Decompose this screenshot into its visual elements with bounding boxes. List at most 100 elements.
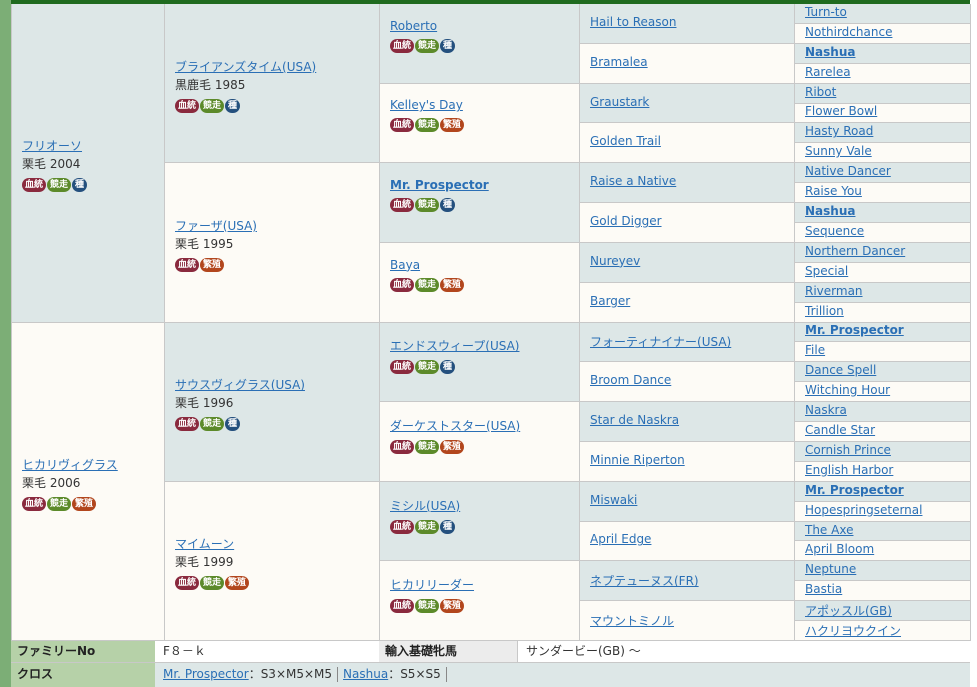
horse-name-link[interactable]: Baya — [390, 258, 420, 272]
ancestor-name-link[interactable]: Candle Star — [805, 423, 875, 437]
horse-name-link[interactable]: フリオーソ — [22, 139, 82, 153]
race-badge[interactable]: 競走 — [415, 38, 440, 53]
ancestor-name-link[interactable]: Neptune — [805, 562, 856, 576]
ancestor-name-link[interactable]: Sunny Vale — [805, 144, 872, 158]
blood-badge[interactable]: 血統 — [390, 277, 415, 292]
stud-badge[interactable]: 種 — [72, 178, 88, 193]
ancestor-name-link[interactable]: Hasty Road — [805, 124, 873, 138]
ancestor-name-link[interactable]: Gold Digger — [590, 214, 662, 228]
ancestor-name-link[interactable]: Broom Dance — [590, 373, 671, 387]
ancestor-name-link[interactable]: Turn-to — [805, 5, 847, 19]
ancestor-name-link[interactable]: Golden Trail — [590, 134, 661, 148]
ancestor-name-link[interactable]: Star de Naskra — [590, 413, 679, 427]
ancestor-name-link[interactable]: English Harbor — [805, 463, 893, 477]
ancestor-name-link[interactable]: Cornish Prince — [805, 443, 891, 457]
ancestor-name-link[interactable]: Mr. Prospector — [805, 323, 904, 337]
horse-name-link[interactable]: ミシル(USA) — [390, 499, 460, 513]
race-badge[interactable]: 競走 — [200, 417, 225, 432]
horse-name-link[interactable]: サウスヴィグラス(USA) — [175, 378, 305, 392]
ancestor-name-link[interactable]: Nothirdchance — [805, 25, 892, 39]
ancestor-name-link[interactable]: Ribot — [805, 85, 836, 99]
ancestor-name-link[interactable]: Mr. Prospector — [805, 483, 904, 497]
stud-badge[interactable]: 種 — [440, 519, 456, 534]
ancestor-name-link[interactable]: Sequence — [805, 224, 864, 238]
horse-name-link[interactable]: Roberto — [390, 19, 437, 33]
horse-name-link[interactable]: エンドスウィープ(USA) — [390, 339, 519, 353]
ancestor-name-link[interactable]: フォーティナイナー(USA) — [590, 333, 731, 350]
horse-name-link[interactable]: ヒカリヴィグラス — [22, 458, 118, 472]
horse-name-link[interactable]: Kelley's Day — [390, 98, 463, 112]
breed-badge[interactable]: 繁殖 — [440, 118, 465, 133]
ancestor-name-link[interactable]: Raise a Native — [590, 174, 676, 188]
ancestor-name-link[interactable]: ネプテューヌス(FR) — [590, 572, 699, 589]
blood-badge[interactable]: 血統 — [390, 118, 415, 133]
blood-badge[interactable]: 血統 — [22, 496, 47, 511]
race-badge[interactable]: 競走 — [47, 496, 72, 511]
stud-badge[interactable]: 種 — [225, 417, 241, 432]
race-badge[interactable]: 競走 — [200, 98, 225, 113]
race-badge[interactable]: 競走 — [47, 178, 72, 193]
horse-name-link[interactable]: Mr. Prospector — [390, 178, 489, 192]
blood-badge[interactable]: 血統 — [390, 360, 415, 375]
ancestor-name-link[interactable]: Naskra — [805, 403, 847, 417]
ancestor-name-link[interactable]: Special — [805, 264, 848, 278]
ancestor-name-link[interactable]: April Bloom — [805, 542, 874, 556]
ancestor-name-link[interactable]: マウントミノル — [590, 612, 674, 629]
race-badge[interactable]: 競走 — [415, 439, 440, 454]
breed-badge[interactable]: 繁殖 — [225, 576, 250, 591]
ancestor-name-link[interactable]: Bramalea — [590, 55, 648, 69]
ancestor-name-link[interactable]: Nashua — [805, 204, 855, 218]
blood-badge[interactable]: 血統 — [175, 98, 200, 113]
ancestor-name-link[interactable]: Minnie Riperton — [590, 453, 685, 467]
ancestor-name-link[interactable]: Riverman — [805, 284, 863, 298]
cross-link-1[interactable]: Nashua — [343, 667, 388, 681]
blood-badge[interactable]: 血統 — [175, 576, 200, 591]
ancestor-name-link[interactable]: Bastia — [805, 582, 842, 596]
ancestor-name-link[interactable]: Witching Hour — [805, 383, 890, 397]
ancestor-name-link[interactable]: Dance Spell — [805, 363, 876, 377]
ancestor-name-link[interactable]: Nureyev — [590, 254, 640, 268]
ancestor-name-link[interactable]: Miswaki — [590, 493, 637, 507]
blood-badge[interactable]: 血統 — [390, 439, 415, 454]
breed-badge[interactable]: 繁殖 — [200, 257, 225, 272]
blood-badge[interactable]: 血統 — [175, 417, 200, 432]
ancestor-name-link[interactable]: ハクリヨウクイン — [805, 622, 901, 639]
ancestor-name-link[interactable]: Trillion — [805, 304, 844, 318]
blood-badge[interactable]: 血統 — [22, 178, 47, 193]
race-badge[interactable]: 競走 — [415, 519, 440, 534]
race-badge[interactable]: 競走 — [415, 118, 440, 133]
stud-badge[interactable]: 種 — [440, 360, 456, 375]
ancestor-name-link[interactable]: Barger — [590, 294, 630, 308]
blood-badge[interactable]: 血統 — [390, 198, 415, 213]
race-badge[interactable]: 競走 — [415, 198, 440, 213]
ancestor-name-link[interactable]: Native Dancer — [805, 164, 891, 178]
horse-name-link[interactable]: ダーケストスター(USA) — [390, 419, 520, 433]
ancestor-name-link[interactable]: April Edge — [590, 532, 651, 546]
horse-name-link[interactable]: マイムーン — [175, 537, 234, 551]
horse-name-link[interactable]: ブライアンズタイム(USA) — [175, 60, 316, 74]
ancestor-name-link[interactable]: アポッスル(GB) — [805, 602, 892, 619]
breed-badge[interactable]: 繁殖 — [72, 496, 97, 511]
horse-name-link[interactable]: ファーザ(USA) — [175, 219, 257, 233]
race-badge[interactable]: 競走 — [415, 599, 440, 614]
cross-link-0[interactable]: Mr. Prospector — [163, 667, 249, 681]
ancestor-name-link[interactable]: Northern Dancer — [805, 244, 905, 258]
stud-badge[interactable]: 種 — [440, 38, 456, 53]
blood-badge[interactable]: 血統 — [390, 599, 415, 614]
breed-badge[interactable]: 繁殖 — [440, 277, 465, 292]
ancestor-name-link[interactable]: Flower Bowl — [805, 104, 877, 118]
breed-badge[interactable]: 繁殖 — [440, 599, 465, 614]
horse-name-link[interactable]: ヒカリリーダー — [390, 578, 474, 592]
ancestor-name-link[interactable]: Rarelea — [805, 65, 851, 79]
ancestor-name-link[interactable]: The Axe — [805, 523, 853, 537]
breed-badge[interactable]: 繁殖 — [440, 439, 465, 454]
stud-badge[interactable]: 種 — [440, 198, 456, 213]
ancestor-name-link[interactable]: Hail to Reason — [590, 15, 676, 29]
ancestor-name-link[interactable]: Nashua — [805, 45, 855, 59]
blood-badge[interactable]: 血統 — [175, 257, 200, 272]
blood-badge[interactable]: 血統 — [390, 38, 415, 53]
race-badge[interactable]: 競走 — [200, 576, 225, 591]
ancestor-name-link[interactable]: Raise You — [805, 184, 862, 198]
race-badge[interactable]: 競走 — [415, 277, 440, 292]
ancestor-name-link[interactable]: File — [805, 343, 825, 357]
